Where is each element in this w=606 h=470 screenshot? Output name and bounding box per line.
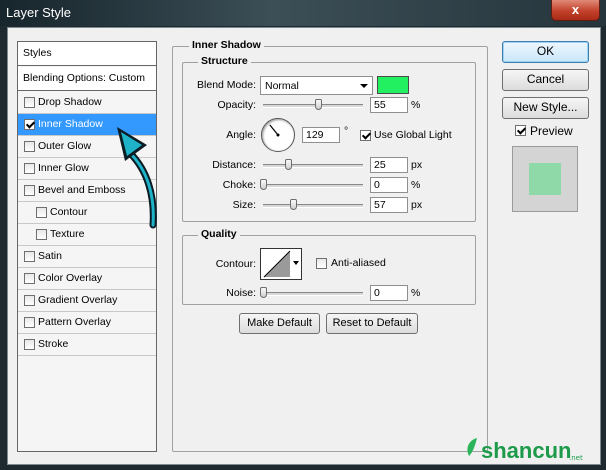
watermark-logo: shancun .net [467, 438, 583, 463]
anti-aliased-checkbox[interactable] [316, 258, 327, 269]
style-item-checkbox[interactable] [36, 229, 47, 240]
styles-list: Styles Blending Options: Custom Drop Sha… [17, 41, 157, 452]
angle-dial[interactable] [261, 118, 295, 152]
size-slider-thumb[interactable] [290, 199, 297, 210]
style-item-satin[interactable]: Satin [18, 246, 156, 268]
noise-label: Noise: [226, 287, 256, 299]
distance-slider-track[interactable] [263, 164, 363, 168]
styles-header-label: Styles [23, 47, 52, 59]
style-item-checkbox[interactable] [24, 119, 35, 130]
choke-label: Choke: [222, 179, 256, 191]
style-item-stroke[interactable]: Stroke [18, 334, 156, 356]
chevron-down-icon [360, 84, 368, 88]
structure-title: Structure [198, 55, 251, 67]
style-item-checkbox[interactable] [24, 273, 35, 284]
choke-field[interactable]: 0 [370, 177, 408, 193]
quality-title: Quality [198, 228, 240, 240]
blend-mode-select[interactable]: Normal [260, 76, 373, 95]
opacity-unit: % [411, 99, 421, 111]
style-item-label: Satin [38, 250, 62, 262]
contour-label: Contour: [215, 258, 256, 270]
size-slider-track[interactable] [263, 204, 363, 208]
noise-slider-thumb[interactable] [260, 287, 267, 298]
size-unit: px [411, 199, 423, 211]
style-item-checkbox[interactable] [24, 295, 35, 306]
close-button[interactable]: x [551, 0, 600, 21]
opacity-slider-track[interactable] [263, 104, 363, 108]
style-item-label: Color Overlay [38, 272, 103, 284]
shadow-color-swatch[interactable] [377, 76, 409, 94]
style-item-checkbox[interactable] [24, 251, 35, 262]
style-item-label: Contour [50, 206, 88, 218]
style-item-checkbox[interactable] [24, 163, 35, 174]
style-item-label: Drop Shadow [38, 96, 102, 108]
close-icon: x [571, 2, 580, 17]
style-item-label: Pattern Overlay [38, 316, 111, 328]
opacity-label: Opacity: [217, 99, 256, 111]
chevron-down-icon [293, 261, 299, 265]
style-item-label: Texture [50, 228, 85, 240]
svg-text:.net: .net [569, 454, 583, 462]
style-item-checkbox[interactable] [24, 317, 35, 328]
blending-options-row[interactable]: Blending Options: Custom [18, 67, 156, 91]
blending-options-label: Blending Options: Custom [23, 72, 145, 84]
preview-label: Preview [530, 124, 573, 138]
style-item-color-overlay[interactable]: Color Overlay [18, 268, 156, 290]
cancel-button[interactable]: Cancel [502, 69, 589, 91]
ok-button[interactable]: OK [502, 41, 589, 63]
size-label: Size: [232, 199, 256, 211]
preview-checkbox[interactable] [515, 125, 526, 136]
style-item-label: Inner Glow [38, 162, 89, 174]
title-bar: Layer Style x [0, 0, 606, 26]
new-style-button[interactable]: New Style... [502, 97, 589, 119]
style-item-checkbox[interactable] [36, 207, 47, 218]
angle-label: Angle: [226, 129, 256, 141]
distance-unit: px [411, 159, 423, 171]
noise-field[interactable]: 0 [370, 285, 408, 301]
inner-shadow-title: Inner Shadow [189, 39, 264, 51]
preview-thumbnail [512, 146, 578, 212]
opacity-slider-thumb[interactable] [315, 99, 322, 110]
contour-picker[interactable] [260, 248, 302, 280]
noise-unit: % [411, 287, 421, 299]
use-global-light-label: Use Global Light [374, 129, 452, 141]
style-item-label: Gradient Overlay [38, 294, 118, 306]
styles-header[interactable]: Styles [18, 42, 156, 66]
distance-label: Distance: [212, 159, 256, 171]
distance-slider-thumb[interactable] [285, 159, 292, 170]
distance-field[interactable]: 25 [370, 157, 408, 173]
svg-text:shancun: shancun [481, 438, 571, 463]
make-default-button[interactable]: Make Default [239, 313, 320, 334]
reset-to-default-button[interactable]: Reset to Default [326, 313, 418, 334]
choke-slider-track[interactable] [263, 184, 363, 188]
choke-unit: % [411, 179, 421, 191]
angle-dial-needle [269, 124, 280, 137]
blend-mode-label: Blend Mode: [197, 79, 256, 91]
blend-mode-value: Normal [265, 80, 299, 92]
style-item-checkbox[interactable] [24, 97, 35, 108]
angle-field[interactable]: 129 [302, 127, 340, 143]
style-item-checkbox[interactable] [24, 339, 35, 350]
contour-curve-icon [263, 250, 291, 278]
use-global-light-checkbox[interactable] [360, 130, 371, 141]
style-item-gradient-overlay[interactable]: Gradient Overlay [18, 290, 156, 312]
noise-slider-track[interactable] [263, 292, 363, 296]
style-item-label: Outer Glow [38, 140, 92, 152]
style-item-label: Stroke [38, 338, 69, 350]
size-field[interactable]: 57 [370, 197, 408, 213]
style-item-checkbox[interactable] [24, 141, 35, 152]
style-item-pattern-overlay[interactable]: Pattern Overlay [18, 312, 156, 334]
style-item-drop-shadow[interactable]: Drop Shadow [18, 92, 156, 114]
opacity-field[interactable]: 55 [370, 97, 408, 113]
style-item-checkbox[interactable] [24, 185, 35, 196]
window-title: Layer Style [6, 5, 72, 20]
choke-slider-thumb[interactable] [260, 179, 267, 190]
angle-unit: ° [344, 125, 349, 137]
annotation-arrow-icon [117, 127, 157, 229]
preview-swatch [529, 163, 561, 195]
style-item-label: Inner Shadow [38, 118, 103, 130]
anti-aliased-label: Anti-aliased [331, 257, 386, 269]
